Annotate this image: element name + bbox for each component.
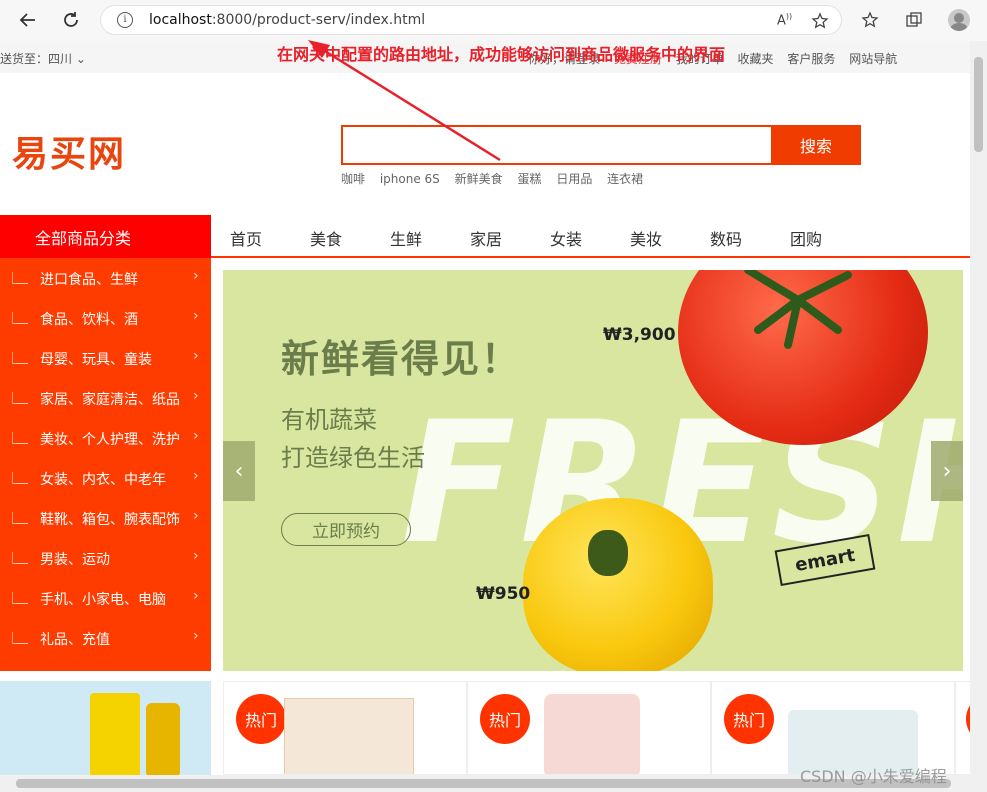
product-image — [544, 694, 640, 774]
pepper-stem — [588, 530, 628, 576]
chevron-right-icon: › — [193, 548, 199, 564]
product-bottle — [146, 703, 180, 775]
product-bottle — [90, 693, 140, 775]
product-card[interactable]: 热门 — [223, 681, 467, 775]
nav-womens[interactable]: 女装 — [550, 226, 582, 250]
banner-next-button[interactable]: › — [931, 441, 963, 501]
category-item[interactable]: 男装、运动 › — [0, 538, 211, 578]
hot-badge: 热门 — [724, 694, 774, 744]
price-label: ₩3,900 — [603, 325, 676, 345]
hero-banner[interactable]: FRESH 新鲜看得见！ 有机蔬菜 打造绿色生活 立即预约 ₩3,900 ₩95… — [223, 270, 963, 671]
annotation-arrow — [308, 40, 501, 162]
category-icon — [12, 352, 28, 364]
category-item[interactable]: 鞋靴、箱包、腕表配饰 › — [0, 498, 211, 538]
reserve-button[interactable]: 立即预约 — [281, 513, 411, 546]
chevron-right-icon: › — [193, 628, 199, 644]
nav-group-buy[interactable]: 团购 — [790, 226, 822, 250]
tomato-stem-icon — [744, 270, 852, 349]
product-card[interactable]: 热门 — [711, 681, 955, 775]
chevron-right-icon: › — [193, 308, 199, 324]
category-item[interactable]: 母婴、玩具、童装 › — [0, 338, 211, 378]
banner-prev-button[interactable]: ‹ — [223, 441, 255, 501]
nav-food[interactable]: 美食 — [310, 226, 342, 250]
category-icon — [12, 312, 28, 324]
pepper-image — [523, 498, 713, 671]
category-list: 进口食品、生鲜 › 食品、饮料、酒 › 母婴、玩具、童装 › 家居、家庭清洁、纸品 › … — [0, 258, 211, 671]
vertical-scrollbar[interactable] — [970, 41, 987, 775]
chevron-right-icon: › — [193, 588, 199, 604]
hot-badge: 热门 — [480, 694, 530, 744]
nav-home[interactable]: 首页 — [230, 226, 262, 250]
nav-fresh[interactable]: 生鲜 — [390, 226, 422, 250]
category-item[interactable]: 手机、小家电、电脑 › — [0, 578, 211, 618]
product-image — [284, 698, 414, 774]
chevron-right-icon: › — [193, 268, 199, 284]
category-icon — [12, 432, 28, 444]
category-item[interactable]: 家居、家庭清洁、纸品 › — [0, 378, 211, 418]
category-item[interactable]: 礼品、充值 › — [0, 618, 211, 658]
product-card[interactable] — [955, 681, 970, 775]
chevron-right-icon: › — [193, 388, 199, 404]
nav-digital[interactable]: 数码 — [710, 226, 742, 250]
category-icon — [12, 512, 28, 524]
category-icon — [12, 552, 28, 564]
category-icon — [12, 272, 28, 284]
watermark: CSDN @小朱爱编程 — [800, 767, 947, 786]
banner-subtitle: 有机蔬菜 — [281, 406, 377, 434]
product-card[interactable]: 热门 — [467, 681, 711, 775]
main-nav: 首页 美食 生鲜 家居 女装 美妆 数码 团购 — [211, 215, 970, 258]
chevron-right-icon: › — [193, 468, 199, 484]
banner-subtitle: 打造绿色生活 — [281, 444, 425, 472]
category-icon — [12, 632, 28, 644]
category-icon — [12, 592, 28, 604]
category-item[interactable]: 美妆、个人护理、洗护 › — [0, 418, 211, 458]
category-item[interactable]: 食品、饮料、酒 › — [0, 298, 211, 338]
hot-badge: 热门 — [236, 694, 286, 744]
banner-title: 新鲜看得见！ — [281, 337, 522, 381]
chevron-right-icon: › — [193, 508, 199, 524]
category-icon — [12, 472, 28, 484]
category-item[interactable]: 进口食品、生鲜 › — [0, 258, 211, 298]
chevron-right-icon: › — [193, 428, 199, 444]
scrollbar-thumb[interactable] — [974, 57, 983, 152]
chevron-right-icon: › — [193, 348, 199, 364]
nav-home-living[interactable]: 家居 — [470, 226, 502, 250]
all-categories-header[interactable]: 全部商品分类 — [0, 215, 211, 258]
price-label: ₩950 — [476, 584, 531, 604]
nav-beauty[interactable]: 美妆 — [630, 226, 662, 250]
category-icon — [12, 392, 28, 404]
category-item[interactable]: 女装、内衣、中老年 › — [0, 458, 211, 498]
promo-image[interactable] — [0, 681, 211, 775]
